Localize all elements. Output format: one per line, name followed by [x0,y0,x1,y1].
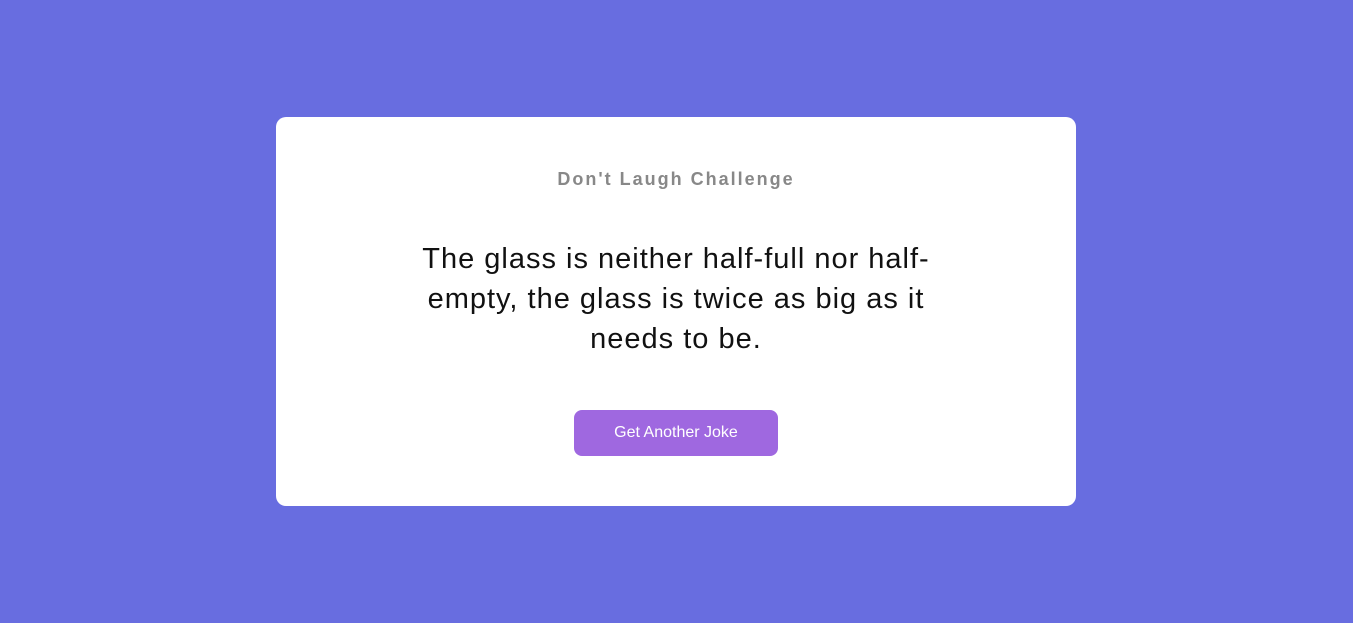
card-title: Don't Laugh Challenge [557,169,795,189]
joke-card: Don't Laugh Challenge The glass is neith… [276,117,1076,506]
get-another-joke-button[interactable]: Get Another Joke [574,410,778,456]
joke-text: The glass is neither half-full nor half-… [422,243,930,355]
